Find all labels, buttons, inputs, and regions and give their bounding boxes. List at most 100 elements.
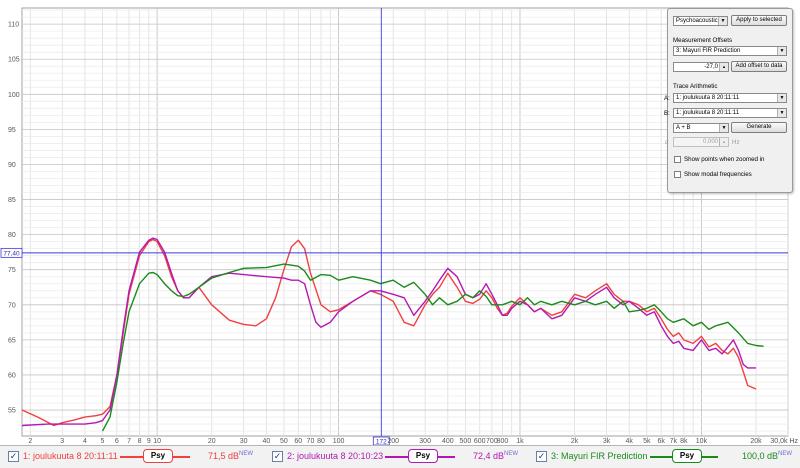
trace-3-checkbox[interactable]: ✓	[536, 451, 547, 462]
x-tick-label: 5	[101, 438, 105, 445]
smoothing-select-value: Psychoacoustic	[676, 18, 718, 24]
x-tick-label: 40	[262, 438, 270, 445]
y-tick-label: 65	[8, 337, 16, 344]
offset-target-select[interactable]: 3: Mayuri FIR Prediction ▼	[673, 46, 787, 56]
x-tick-label: 9	[147, 438, 151, 445]
cursor-y-readout: 77,40	[3, 250, 20, 257]
trace-2-checkbox[interactable]: ✓	[272, 451, 283, 462]
y-tick-label: 100	[8, 92, 20, 99]
x-tick-label: 6	[115, 438, 119, 445]
chevron-down-icon: ▼	[777, 109, 786, 117]
control-panel: Psychoacoustic ▼ Apply to selected Measu…	[664, 8, 793, 193]
alpha-unit: Hz	[732, 139, 740, 146]
trace-a-select[interactable]: 1: joulukuuta 8 20:11:11 ▼	[673, 93, 787, 103]
x-tick-label: 3	[60, 438, 64, 445]
alpha-input[interactable]: 0,000 ▲	[673, 137, 729, 147]
y-tick-label: 55	[8, 408, 16, 415]
y-tick-label: 60	[8, 372, 16, 379]
show-modal-label: Show modal frequencies	[684, 171, 752, 178]
smoothing-select[interactable]: Psychoacoustic ▼	[673, 16, 728, 26]
x-tick-label: 8k	[680, 438, 688, 445]
trace-b-label: B:	[664, 110, 670, 117]
chevron-down-icon: ▼	[718, 17, 727, 25]
trace-2-name[interactable]: 2: joulukuuta 8 20:10:23	[287, 451, 383, 461]
y-tick-label: 110	[8, 22, 19, 29]
trace-1-name[interactable]: 1: joulukuuta 8 20:11:11	[23, 451, 118, 461]
arithmetic-heading: Trace Arithmetic	[673, 83, 718, 90]
show-modal-checkbox[interactable]	[674, 171, 681, 178]
x-tick-label: 2k	[571, 438, 579, 445]
x-tick-label: 2	[28, 438, 32, 445]
trace-1-checkbox[interactable]: ✓	[8, 451, 19, 462]
y-tick-label: 105	[8, 57, 20, 64]
y-tick-label: 75	[8, 267, 16, 274]
x-tick-label: 10k	[696, 438, 708, 445]
x-tick-label: 200	[387, 438, 399, 445]
x-tick-label: 20k	[750, 438, 762, 445]
trace-2-new-tag: NEW	[504, 451, 518, 457]
offsets-heading: Measurement Offsets	[673, 37, 733, 44]
trace-1-smoothing-badge[interactable]: Psy	[143, 449, 173, 463]
x-tick-label: 8	[138, 438, 142, 445]
x-tick-label: 500	[460, 438, 472, 445]
trace-a-value: 1: joulukuuta 8 20:11:11	[676, 95, 740, 101]
x-tick-label: 100	[333, 438, 345, 445]
chevron-down-icon: ▼	[777, 94, 786, 102]
offset-value: -27,0	[704, 64, 718, 70]
y-tick-label: 85	[8, 197, 16, 204]
alpha-value: 0,000	[702, 139, 718, 145]
x-tick-label: 600	[474, 438, 486, 445]
x-tick-label: 3k	[603, 438, 611, 445]
chevron-down-icon: ▼	[777, 47, 786, 55]
trace-3-level[interactable]: 100,0 dBNEW	[722, 451, 792, 461]
x-tick-label: 50	[280, 438, 288, 445]
offset-target-value: 3: Mayuri FIR Prediction	[676, 48, 741, 54]
operation-select[interactable]: A + B ▼	[673, 123, 729, 133]
x-tick-label: 7	[127, 438, 131, 445]
trace-1-level[interactable]: 71,5 dBNEW	[195, 451, 253, 461]
x-tick-label: 30	[240, 438, 248, 445]
trace-3-name[interactable]: 3: Mayuri FIR Prediction	[551, 451, 648, 461]
x-tick-label: 4k	[626, 438, 634, 445]
spinner-icon[interactable]: ▲	[719, 63, 728, 71]
legend-bar: ✓ 1: joulukuuta 8 20:11:11 Psy 71,5 dBNE…	[0, 445, 800, 468]
trace-2-smoothing-badge[interactable]: Psy	[408, 449, 438, 463]
apply-to-selected-button[interactable]: Apply to selected	[731, 15, 787, 26]
x-tick-label: 60	[294, 438, 302, 445]
trace-1-db-value: 71,5 dB	[207, 451, 239, 461]
y-tick-label: 80	[8, 232, 16, 239]
y-tick-label: 90	[8, 162, 16, 169]
x-tick-label: 300	[419, 438, 431, 445]
chevron-down-icon: ▼	[719, 124, 728, 132]
x-tick-label: 5k	[643, 438, 651, 445]
operation-value: A + B	[676, 125, 691, 131]
trace-b-value: 1: joulukuuta 8 20:11:11	[676, 110, 740, 116]
x-axis-end-label: 30,0k Hz	[770, 438, 798, 445]
show-points-checkbox[interactable]	[674, 156, 681, 163]
trace-2-db-value: 72,4 dB	[472, 451, 504, 461]
trace-3-new-tag: NEW	[778, 451, 792, 457]
x-tick-label: 800	[497, 438, 509, 445]
trace-b-select[interactable]: 1: joulukuuta 8 20:11:11 ▼	[673, 108, 787, 118]
offset-value-input[interactable]: -27,0 ▲	[673, 62, 729, 72]
spinner-icon[interactable]: ▲	[719, 138, 728, 146]
x-tick-label: 70	[307, 438, 315, 445]
add-offset-button[interactable]: Add offset to data	[731, 61, 787, 72]
y-tick-label: 70	[8, 302, 16, 309]
trace-a-label: A:	[664, 95, 670, 102]
x-tick-label: 6k	[657, 438, 665, 445]
x-tick-label: 400	[442, 438, 454, 445]
show-points-label: Show points when zoomed in	[684, 156, 765, 163]
x-tick-label: 80	[317, 438, 325, 445]
x-tick-label: 10	[153, 438, 161, 445]
x-tick-label: 7k	[670, 438, 678, 445]
trace-2-level[interactable]: 72,4 dBNEW	[458, 451, 518, 461]
y-tick-label: 95	[8, 127, 16, 134]
trace-1-new-tag: NEW	[239, 451, 253, 457]
trace-3-smoothing-badge[interactable]: Psy	[672, 449, 702, 463]
x-tick-label: 20	[208, 438, 216, 445]
x-tick-label: 4	[83, 438, 87, 445]
alpha-label: α	[665, 139, 669, 146]
x-tick-label: 1k	[516, 438, 524, 445]
generate-button[interactable]: Generate	[731, 122, 787, 133]
